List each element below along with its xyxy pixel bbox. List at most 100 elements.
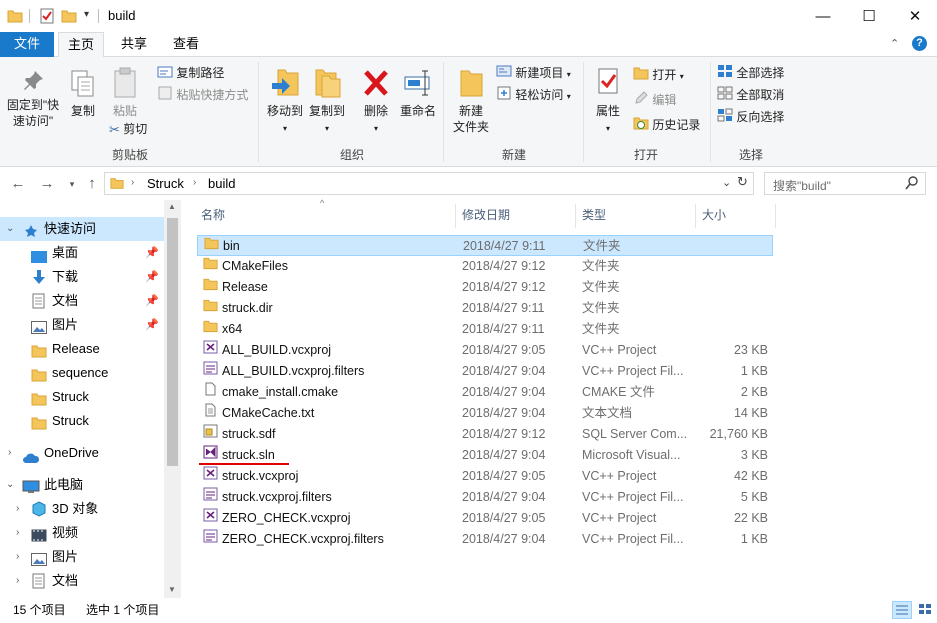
paste-button[interactable]: 粘贴 [108, 67, 142, 119]
scroll-down-icon[interactable]: ▼ [168, 585, 176, 594]
cut-button[interactable]: ✂ 剪切 [109, 119, 147, 139]
nav-scrollbar-thumb[interactable] [167, 218, 178, 466]
table-row[interactable]: struck.dir 2018/4/27 9:11 文件夹 [197, 298, 773, 319]
minimize-button[interactable]: — [800, 0, 846, 32]
column-header-size[interactable]: 大小 [702, 206, 726, 226]
new-item-button[interactable]: 新建项目 ▾ [496, 63, 571, 83]
tab-view[interactable]: 查看 [164, 32, 208, 57]
qat-divider [29, 9, 30, 23]
address-bar[interactable]: › Struck › build ⌄ ↻ [104, 172, 754, 195]
nav-this-pc[interactable]: ⌄ 此电脑 [0, 473, 165, 497]
edit-button[interactable]: 编辑 [633, 90, 676, 110]
rename-button[interactable]: 重命名 [398, 67, 438, 119]
column-divider[interactable] [775, 204, 776, 228]
details-view-icon[interactable] [892, 601, 912, 619]
delete-button[interactable]: 删除 ▾ [358, 67, 394, 137]
recent-locations-icon[interactable]: ▾ [62, 175, 82, 193]
tab-file[interactable]: 文件 [0, 32, 54, 57]
copy-button[interactable]: 复制 [66, 69, 100, 119]
column-header-date[interactable]: 修改日期 [462, 206, 510, 226]
address-dropdown-icon[interactable]: ⌄ [722, 176, 731, 189]
column-header-type[interactable]: 类型 [582, 206, 606, 226]
pin-icon[interactable]: 📌 [145, 265, 159, 289]
nav-item-pictures[interactable]: 图片 📌 [0, 313, 165, 337]
large-icons-view-icon[interactable] [916, 601, 934, 619]
forward-arrow-icon[interactable]: → [37, 175, 57, 193]
open-button[interactable]: 打开 ▾ [633, 65, 684, 85]
history-button[interactable]: 历史记录 [633, 115, 700, 135]
nav-item-downloads[interactable]: 下载 📌 [0, 265, 165, 289]
nav-item-pc-documents[interactable]: › 文档 [0, 569, 165, 593]
invert-selection-button[interactable]: 反向选择 [717, 107, 784, 127]
nav-item-3d-objects[interactable]: › 3D 对象 [0, 497, 165, 521]
column-divider[interactable] [695, 204, 696, 228]
table-row[interactable]: ALL_BUILD.vcxproj 2018/4/27 9:05 VC++ Proj… [197, 340, 773, 361]
easy-access-button[interactable]: 轻松访问 ▾ [496, 85, 571, 105]
column-header-name[interactable]: 名称 [201, 206, 225, 226]
nav-item-desktop[interactable]: 桌面 📌 [0, 241, 165, 265]
rename-label: 重命名 [399, 104, 436, 118]
table-row[interactable]: struck.sdf 2018/4/27 9:12 SQL Server Com..… [197, 424, 773, 445]
nav-quick-access[interactable]: ⌄ 快速访问 [0, 217, 165, 241]
ribbon-collapse-icon[interactable]: ⌃ [890, 37, 899, 50]
nav-item-sequence[interactable]: sequence [0, 361, 165, 385]
file-date: 2018/4/27 9:05 [462, 469, 546, 483]
new-folder-icon[interactable] [61, 8, 77, 24]
properties-icon[interactable] [39, 8, 55, 24]
new-folder-button[interactable]: 新建 文件夹 [450, 67, 492, 135]
properties-label: 属性 [595, 104, 620, 118]
nav-item-struck[interactable]: Struck [0, 385, 165, 409]
table-row[interactable]: ZERO_CHECK.vcxproj 2018/4/27 9:05 VC++ Pro… [197, 508, 773, 529]
nav-item-struck-2[interactable]: Struck [0, 409, 165, 433]
close-button[interactable]: ✕ [892, 0, 937, 32]
back-arrow-icon[interactable]: ← [8, 175, 28, 193]
tab-home[interactable]: 主页 [58, 32, 104, 58]
search-box[interactable]: 搜索"build" [764, 172, 926, 195]
move-to-button[interactable]: 移动到 ▾ [264, 67, 306, 137]
breadcrumb-build[interactable]: build [208, 176, 235, 191]
table-row[interactable]: bin 2018/4/27 9:11 文件夹 [197, 235, 773, 256]
file-type: 文件夹 [582, 322, 620, 336]
copy-to-button[interactable]: 复制到 ▾ [306, 67, 348, 137]
breadcrumb-struck[interactable]: Struck [147, 176, 184, 191]
file-type: VC++ Project Fil... [582, 532, 684, 546]
pin-quick-access-button[interactable]: 固定到"快 速访问" [4, 69, 62, 129]
new-item-icon [496, 64, 512, 84]
table-row[interactable]: ZERO_CHECK.vcxproj.filters 2018/4/27 9:04… [197, 529, 773, 550]
file-date: 2018/4/27 9:11 [463, 239, 546, 253]
help-icon[interactable]: ? [912, 36, 927, 51]
nav-item-pc-pictures[interactable]: › 图片 [0, 545, 165, 569]
paste-shortcut-button[interactable]: 粘贴快捷方式 [157, 85, 248, 105]
select-none-button[interactable]: 全部取消 [717, 85, 784, 105]
selected-count: 选中 1 个项目 [86, 603, 160, 617]
pin-icon[interactable]: 📌 [145, 313, 159, 337]
nav-item-videos[interactable]: › 视频 [0, 521, 165, 545]
nav-item-release[interactable]: Release [0, 337, 165, 361]
column-divider[interactable] [575, 204, 576, 228]
table-row[interactable]: x64 2018/4/27 9:11 文件夹 [197, 319, 773, 340]
table-row[interactable]: struck.vcxproj.filters 2018/4/27 9:04 VC++… [197, 487, 773, 508]
copy-path-button[interactable]: 复制路径 [157, 63, 224, 83]
maximize-button[interactable]: ☐ [846, 0, 892, 32]
pin-icon [21, 69, 45, 97]
table-row[interactable]: cmake_install.cmake 2018/4/27 9:04 CMAKE 文… [197, 382, 773, 403]
table-row[interactable]: struck.vcxproj 2018/4/27 9:05 VC++ Project… [197, 466, 773, 487]
table-row[interactable]: CMakeCache.txt 2018/4/27 9:04 文本文档 14 KB [197, 403, 773, 424]
refresh-icon[interactable]: ↻ [737, 174, 748, 190]
table-row[interactable]: CMakeFiles 2018/4/27 9:12 文件夹 [197, 256, 773, 277]
scroll-up-icon[interactable]: ▲ [168, 202, 176, 211]
properties-button[interactable]: 属性 ▾ [589, 67, 627, 137]
nav-onedrive[interactable]: › OneDrive [0, 441, 165, 465]
column-divider[interactable] [455, 204, 456, 228]
qat-customize-icon[interactable]: ▾ [84, 9, 89, 20]
table-row[interactable]: ALL_BUILD.vcxproj.filters 2018/4/27 9:04 V… [197, 361, 773, 382]
pin-icon[interactable]: 📌 [145, 289, 159, 313]
select-all-button[interactable]: 全部选择 [717, 63, 784, 83]
pin-icon[interactable]: 📌 [145, 241, 159, 265]
table-row[interactable]: Release 2018/4/27 9:12 文件夹 [197, 277, 773, 298]
search-icon[interactable] [905, 175, 919, 194]
nav-item-documents[interactable]: 文档 📌 [0, 289, 165, 313]
rename-icon [403, 67, 433, 103]
tab-share[interactable]: 共享 [112, 32, 156, 57]
up-arrow-icon[interactable]: ↑ [82, 175, 102, 193]
